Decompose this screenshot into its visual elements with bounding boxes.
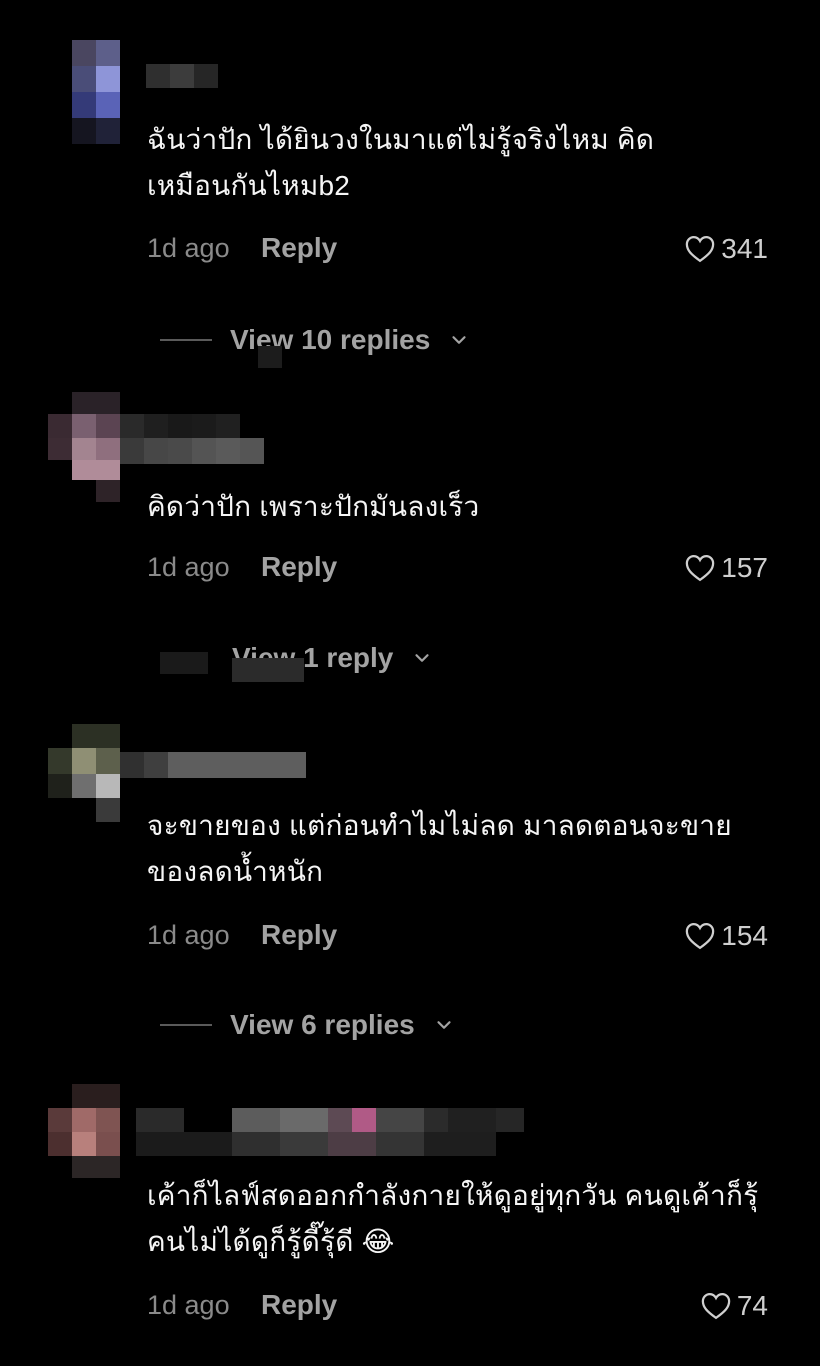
- comment-text: จะขายของ แต่ก่อนทำไมไม่ลด มาลดตอนจะขายขอ…: [147, 810, 732, 887]
- username-blurred[interactable]: [120, 752, 306, 778]
- avatar[interactable]: [72, 40, 120, 144]
- reply-button[interactable]: Reply: [261, 232, 337, 264]
- avatar[interactable]: [48, 1084, 120, 1180]
- chevron-down-icon: [415, 654, 429, 662]
- username-blurred[interactable]: [120, 414, 264, 464]
- like-count: 341: [721, 233, 768, 264]
- replies-divider: [160, 1024, 212, 1026]
- reply-button[interactable]: Reply: [261, 551, 337, 583]
- avatar[interactable]: [48, 392, 120, 504]
- replies-divider: [160, 652, 208, 674]
- comment-text: ฉันว่าปัก ได้ยินวงในมาแต่ไม่รู้จริงไหม ค…: [147, 124, 655, 201]
- like-button[interactable]: 74: [701, 1290, 768, 1322]
- heart-icon: [701, 1292, 731, 1320]
- like-count: 157: [721, 552, 768, 583]
- like-count: 154: [721, 920, 768, 951]
- blur-patch: [258, 346, 282, 368]
- like-count: 74: [736, 1290, 768, 1321]
- replies-divider: [160, 339, 212, 341]
- reply-button[interactable]: Reply: [261, 1289, 337, 1321]
- like-button[interactable]: 157: [685, 552, 768, 584]
- heart-icon: [686, 235, 715, 263]
- chevron-down-icon: [437, 1021, 451, 1029]
- heart-icon: [686, 922, 715, 950]
- reply-button[interactable]: Reply: [261, 919, 337, 951]
- view-replies-label: View 6 replies: [230, 1009, 415, 1040]
- comment-time: 1d ago: [147, 920, 230, 950]
- avatar[interactable]: [48, 724, 120, 824]
- like-button[interactable]: 341: [685, 233, 768, 265]
- username-blurred[interactable]: [146, 64, 218, 88]
- view-replies-button[interactable]: View 6 replies: [160, 1009, 455, 1041]
- view-replies-button[interactable]: View 10 replies: [160, 324, 470, 356]
- comment-time: 1d ago: [147, 233, 230, 263]
- comment-time: 1d ago: [147, 1290, 230, 1320]
- username-blurred[interactable]: [120, 1108, 524, 1156]
- like-button[interactable]: 154: [685, 920, 768, 952]
- blur-patch: [232, 658, 304, 682]
- comment-time: 1d ago: [147, 552, 230, 582]
- comment-text: คิดว่าปัก เพราะปักมันลงเร็ว: [147, 491, 480, 522]
- comment-text: เค้าก็ไลฟ์สดออกกำลังกายให้ดูอยู่ทุกวัน ค…: [147, 1180, 759, 1257]
- heart-icon: [686, 554, 715, 582]
- chevron-down-icon: [452, 336, 466, 344]
